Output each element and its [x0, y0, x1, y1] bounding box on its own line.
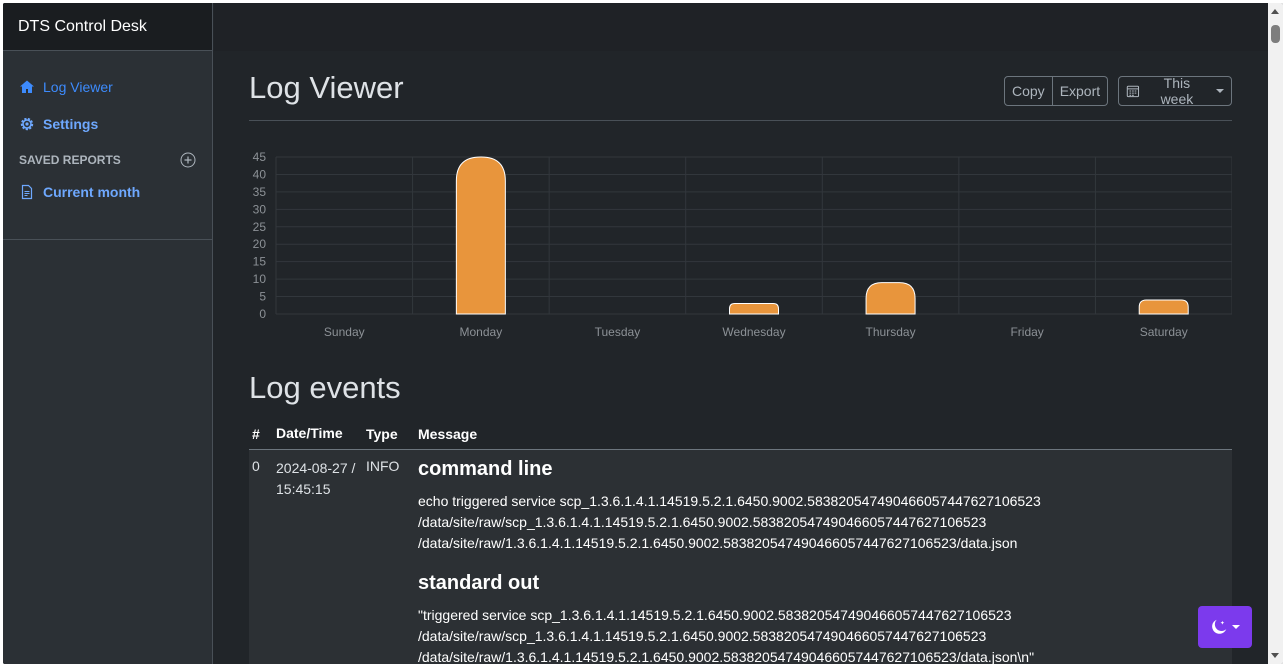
scroll-up-arrow-icon[interactable]	[1271, 9, 1279, 14]
x-tick-label: Tuesday	[595, 325, 641, 339]
date-range-dropdown[interactable]: This week	[1118, 75, 1232, 107]
app-brand[interactable]: DTS Control Desk	[3, 3, 212, 51]
copy-button[interactable]: Copy	[1004, 76, 1053, 106]
y-tick-label: 20	[253, 237, 267, 251]
y-tick-label: 45	[253, 150, 267, 164]
y-tick-label: 0	[259, 307, 266, 321]
sidebar-item-settings[interactable]: Settings	[3, 112, 212, 136]
moon-stars-icon	[1212, 619, 1227, 634]
page-title: Log Viewer	[249, 70, 404, 105]
chart-svg: 0 5 10 15 20 25 30 35 40 45 Sunday Monday Tuesday Wed…	[253, 150, 1233, 339]
top-bar	[214, 3, 1268, 51]
y-tick-label: 30	[253, 202, 267, 216]
gear-icon	[20, 117, 34, 131]
calendar-icon	[1126, 85, 1140, 98]
chart-bar	[729, 303, 779, 315]
column-header[interactable]: Date/Time	[273, 419, 363, 450]
y-tick-label: 5	[259, 290, 266, 304]
vertical-scrollbar[interactable]	[1268, 3, 1283, 664]
weekly-events-chart: 0 5 10 15 20 25 30 35 40 45 Sunday Monday Tuesday Wed…	[249, 147, 1233, 347]
column-header[interactable]: Type	[363, 419, 415, 450]
y-tick-label: 40	[253, 167, 267, 181]
x-tick-label: Wednesday	[722, 325, 785, 339]
event-number: 0	[252, 458, 260, 474]
x-tick-label: Friday	[1010, 325, 1043, 339]
theme-toggle-button[interactable]	[1198, 606, 1252, 648]
date-range-label: This week	[1160, 75, 1194, 107]
sidebar-item-label: Log Viewer	[43, 79, 113, 95]
sidebar-item-log-viewer[interactable]: Log Viewer	[3, 75, 212, 99]
message-line: echo triggered service scp_1.3.6.1.4.1.1…	[418, 493, 1041, 509]
chart-bar	[455, 156, 506, 315]
sidebar: DTS Control Desk Log Viewer Settings SAV…	[3, 3, 213, 664]
y-tick-label: 35	[253, 185, 267, 199]
event-type: INFO	[366, 458, 400, 474]
event-date: 2024-08-27 /	[276, 460, 356, 476]
table-header-row: # Date/Time Type Message	[249, 419, 1232, 450]
x-tick-label: Thursday	[866, 325, 916, 339]
table-row[interactable]: 0 2024-08-27 / 15:45:15 INFO command lin…	[249, 449, 1232, 665]
events-title: Log events	[249, 370, 401, 405]
scrollbar-thumb[interactable]	[1271, 25, 1280, 43]
column-header[interactable]: Message	[415, 419, 1232, 450]
message-line: /data/site/raw/scp_1.3.6.1.4.1.14519.5.2…	[418, 628, 987, 644]
report-item-label: Current month	[43, 184, 141, 200]
message-line: /data/site/raw/1.3.6.1.4.1.14519.5.2.1.6…	[418, 649, 1035, 664]
event-message: command line echo triggered service scp_…	[415, 450, 1232, 664]
event-datetime: 2024-08-27 / 15:45:15	[273, 450, 363, 665]
export-button[interactable]: Export	[1052, 76, 1109, 106]
chevron-down-icon	[1232, 625, 1240, 629]
chart-bar	[1138, 299, 1189, 315]
chart-bar	[865, 282, 916, 315]
event-time: 15:45:15	[276, 481, 331, 497]
y-tick-label: 25	[253, 220, 267, 234]
scroll-down-arrow-icon[interactable]	[1271, 653, 1279, 658]
standard-out-text: "triggered service scp_1.3.6.1.4.1.14519…	[418, 605, 1232, 664]
y-tick-label: 10	[253, 272, 267, 286]
message-line: /data/site/raw/1.3.6.1.4.1.14519.5.2.1.6…	[418, 535, 1018, 551]
sidebar-nav: Log Viewer Settings SAVED REPORTS Curren…	[3, 51, 212, 240]
page-header: Log Viewer Copy Export This week	[249, 51, 1232, 121]
report-item-current-month[interactable]: Current month	[3, 180, 212, 204]
command-line-text: echo triggered service scp_1.3.6.1.4.1.1…	[418, 491, 1232, 554]
x-tick-label: Sunday	[324, 325, 365, 339]
document-icon	[21, 184, 33, 200]
message-section-heading: standard out	[418, 572, 540, 594]
x-tick-label: Saturday	[1140, 325, 1188, 339]
message-line: /data/site/raw/scp_1.3.6.1.4.1.14519.5.2…	[418, 514, 987, 530]
message-line: "triggered service scp_1.3.6.1.4.1.14519…	[418, 607, 1012, 623]
saved-reports-label: SAVED REPORTS	[19, 153, 121, 167]
saved-reports-heading: SAVED REPORTS	[3, 149, 212, 171]
chevron-down-icon	[1216, 89, 1224, 93]
toolbar-button-group: Copy Export	[1004, 76, 1109, 106]
app-window: DTS Control Desk Log Viewer Settings SAV…	[3, 3, 1283, 664]
y-tick-label: 15	[253, 255, 267, 269]
column-header[interactable]: #	[249, 419, 273, 450]
main-content: Log Viewer Copy Export This week 0 5 10 15 2…	[249, 51, 1233, 664]
message-section-heading: command line	[418, 458, 553, 480]
x-tick-label: Monday	[460, 325, 503, 339]
home-icon	[20, 80, 34, 93]
log-events-table: # Date/Time Type Message 0 2024-08-27 / …	[249, 419, 1232, 664]
sidebar-item-label: Settings	[43, 116, 99, 132]
plus-circle-icon[interactable]	[180, 152, 196, 168]
